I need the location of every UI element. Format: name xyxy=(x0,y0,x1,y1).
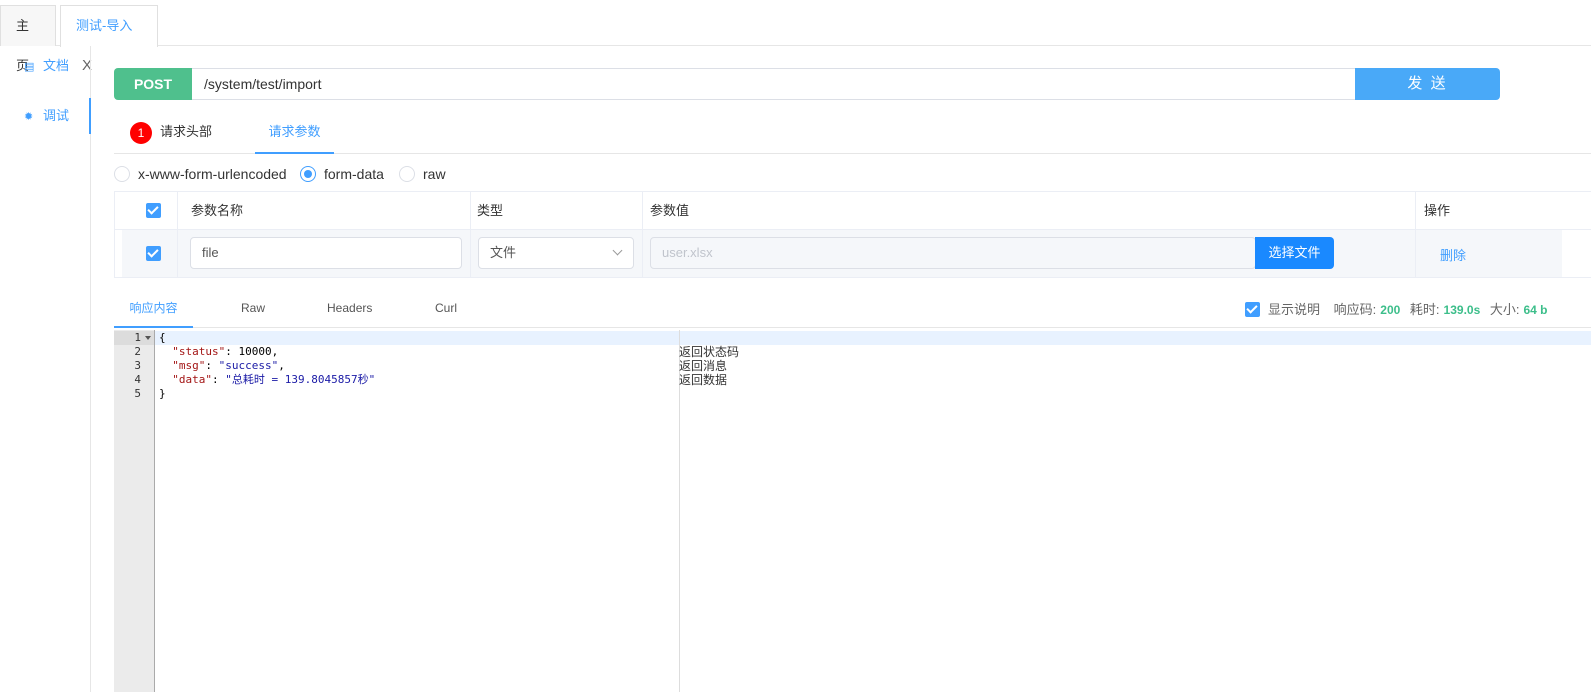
document-icon: ▤ xyxy=(24,61,35,73)
response-code-value: 200 xyxy=(1380,303,1401,317)
tab-test-import[interactable]: 测试-导入X xyxy=(60,5,158,74)
choose-file-button[interactable]: 选择文件 xyxy=(1255,237,1334,269)
code-line: { xyxy=(159,331,166,344)
json-value: 10000 xyxy=(238,345,272,358)
column-divider xyxy=(470,192,471,277)
param-name-input[interactable]: file xyxy=(190,237,462,269)
radio-label: form-data xyxy=(324,166,384,182)
json-key: "data" xyxy=(172,373,212,386)
line-number: 5 xyxy=(134,387,141,400)
url-input[interactable] xyxy=(192,68,1356,100)
column-header-action: 操作 xyxy=(1424,203,1451,218)
field-note: 返回状态码 xyxy=(679,345,740,359)
radio-circle xyxy=(399,166,415,182)
column-divider xyxy=(642,192,643,277)
response-time-label: 耗时: xyxy=(1409,302,1440,317)
radio-label: raw xyxy=(423,166,446,182)
sidebar-item-debug[interactable]: ✹ 调试 xyxy=(0,98,91,134)
tab-request-headers[interactable]: 1 请求头部 xyxy=(130,112,212,154)
sidebar-item-label: 调试 xyxy=(43,108,70,123)
chevron-down-icon xyxy=(612,245,623,256)
radio-circle-checked xyxy=(300,166,316,182)
json-key: "msg" xyxy=(172,359,206,372)
column-divider xyxy=(1415,192,1416,277)
code-line: } xyxy=(159,387,166,400)
line-number-gutter: 1 2 3 4 5 xyxy=(114,330,155,692)
sidebar-item-label: 文档 xyxy=(43,58,70,73)
delete-row-link[interactable]: 删除 xyxy=(1440,245,1466,264)
tab-response-curl[interactable]: Curl xyxy=(435,292,457,328)
send-button[interactable]: 发 送 xyxy=(1355,68,1500,100)
code-line: "data": "总耗时 = 139.8045857秒" xyxy=(172,373,376,386)
show-notes-label: 显示说明 xyxy=(1268,302,1321,317)
response-size-value: 64 b xyxy=(1523,303,1548,317)
select-all-checkbox[interactable] xyxy=(146,203,161,218)
current-line-highlight xyxy=(155,331,1591,345)
tab-request-headers-label: 请求头部 xyxy=(160,124,213,139)
line-number: 4 xyxy=(134,373,141,386)
line-number: 2 xyxy=(134,345,141,358)
column-header-value: 参数值 xyxy=(650,203,690,218)
column-divider xyxy=(177,192,178,277)
param-value-input[interactable]: user.xlsx xyxy=(650,237,1256,269)
radio-form-data[interactable]: form-data xyxy=(300,164,384,184)
radio-urlencoded[interactable]: x-www-form-urlencoded xyxy=(114,164,287,184)
sidebar-item-docs[interactable]: ▤ 文档 xyxy=(0,48,91,84)
json-value: "success" xyxy=(218,359,279,372)
code-line: "msg": "success", xyxy=(172,359,285,372)
headers-count-badge: 1 xyxy=(130,121,152,144)
param-type-select[interactable]: 文件 xyxy=(478,237,634,269)
bug-icon: ✹ xyxy=(24,111,34,123)
param-type-value: 文件 xyxy=(490,245,517,260)
response-code-label: 响应码: xyxy=(1333,302,1377,317)
line-number: 1 xyxy=(114,331,154,345)
tab-test-import-label: 测试-导入 xyxy=(76,18,133,33)
line-number: 3 xyxy=(134,359,141,372)
radio-label: x-www-form-urlencoded xyxy=(138,166,287,182)
response-editor[interactable]: 1 2 3 4 5 { "status": 10000, "msg": "suc… xyxy=(114,330,1591,692)
table-header: 参数名称 类型 参数值 操作 xyxy=(115,192,1591,230)
tab-request-params[interactable]: 请求参数 xyxy=(255,112,334,154)
response-size-label: 大小: xyxy=(1489,302,1520,317)
field-note: 返回数据 xyxy=(679,373,728,387)
radio-raw[interactable]: raw xyxy=(399,164,446,184)
tab-response-raw[interactable]: Raw xyxy=(241,292,265,328)
fold-arrow-icon[interactable] xyxy=(145,336,151,340)
request-tabs: 1 请求头部 请求参数 xyxy=(114,112,1591,154)
code-line: "status": 10000, xyxy=(172,345,279,358)
column-header-name: 参数名称 xyxy=(191,203,244,218)
json-key: "status" xyxy=(172,345,226,358)
response-status-bar: 显示说明 响应码: 200 耗时: 139.0s 大小: 64 b xyxy=(1245,299,1554,317)
column-header-type: 类型 xyxy=(477,203,504,218)
method-select[interactable]: POST xyxy=(114,68,192,100)
json-value: "总耗时 = 139.8045857秒" xyxy=(225,373,376,386)
sidebar: ▤ 文档 ✹ 调试 xyxy=(0,46,91,692)
tab-bar: 主页 测试-导入X xyxy=(0,0,1591,74)
field-note: 返回消息 xyxy=(679,359,728,373)
radio-circle xyxy=(114,166,130,182)
tab-response-headers[interactable]: Headers xyxy=(327,292,372,328)
show-notes-checkbox[interactable] xyxy=(1245,302,1260,317)
tab-home[interactable]: 主页 xyxy=(0,5,56,73)
row-checkbox[interactable] xyxy=(146,246,161,261)
tab-response-content[interactable]: 响应内容 xyxy=(114,292,193,328)
response-time-value: 139.0s xyxy=(1443,303,1481,317)
